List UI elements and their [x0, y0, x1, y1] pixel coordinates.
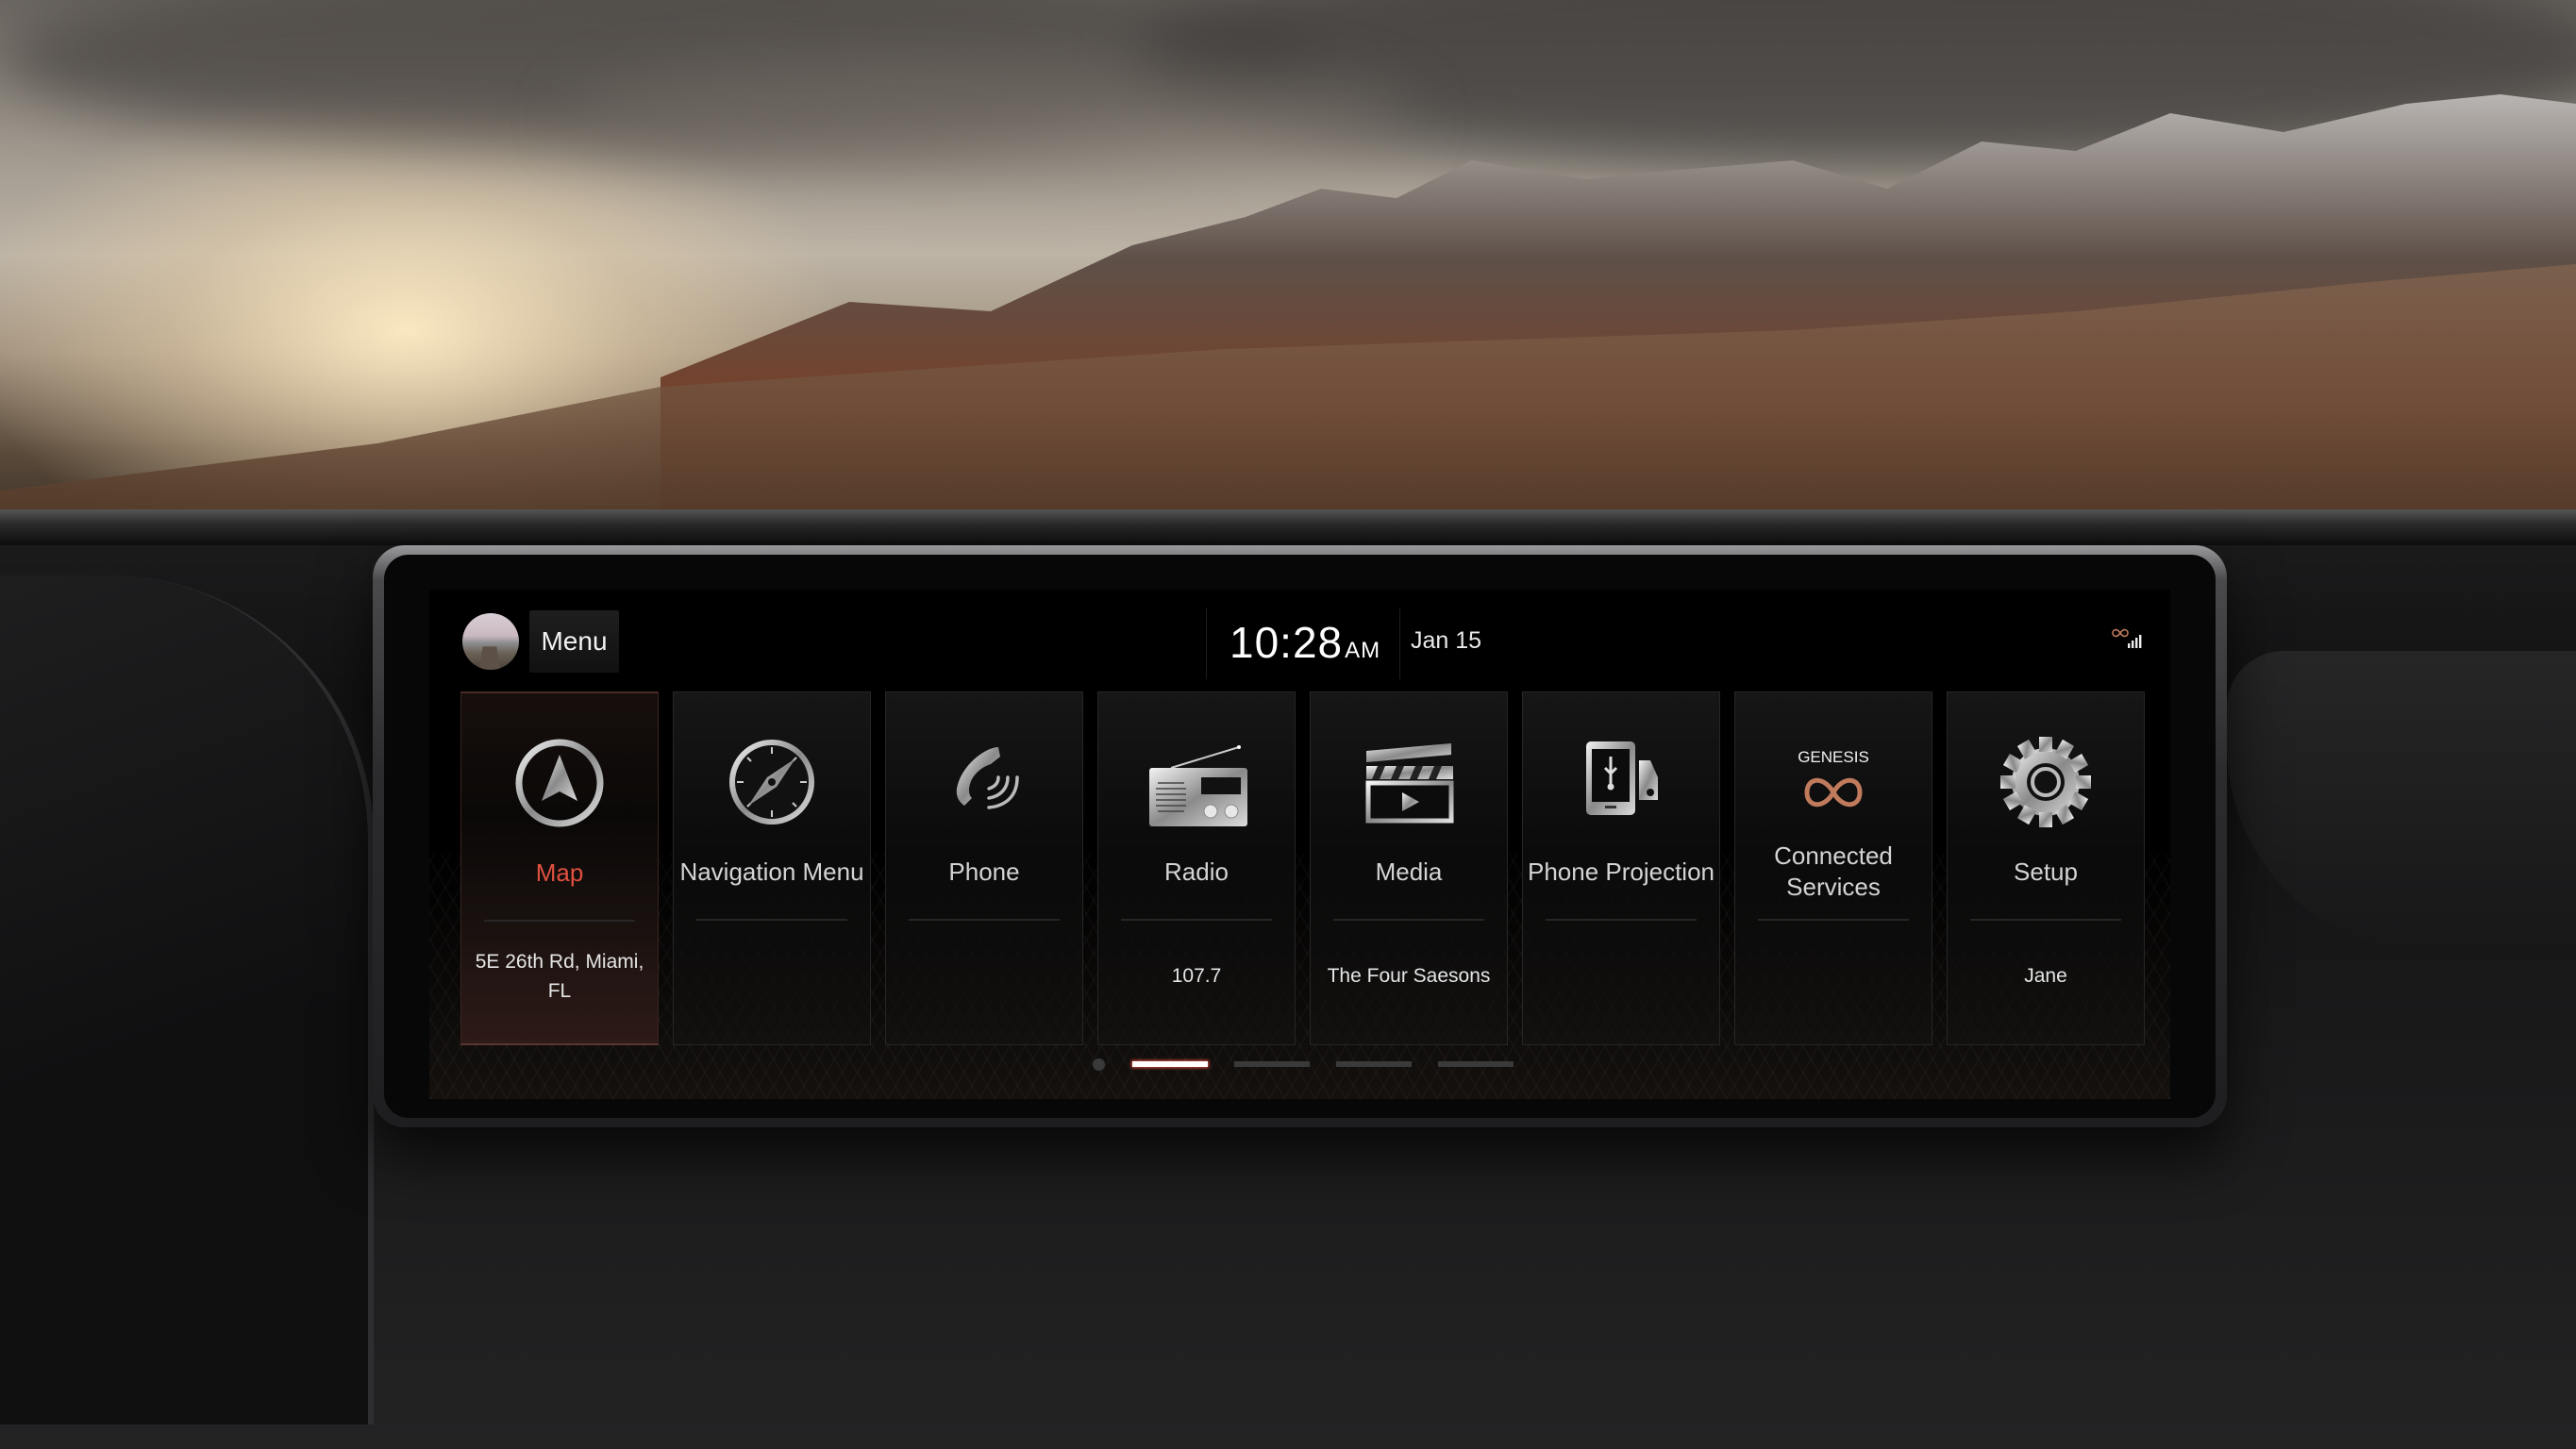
pager-page-3[interactable]: [1336, 1061, 1412, 1067]
tile-map[interactable]: Map 5E 26th Rd, Miami, FL: [460, 691, 659, 1045]
tile-radio[interactable]: Radio 107.7: [1097, 691, 1296, 1045]
tile-divider: [484, 920, 635, 922]
pager-page-2[interactable]: [1234, 1061, 1310, 1067]
tile-connected-services[interactable]: GENESIS Connected Services: [1734, 691, 1932, 1045]
phone-projection-icon: [1586, 741, 1658, 815]
clock-ampm: AM: [1345, 638, 1381, 663]
tile-subtitle: [1741, 938, 1926, 1013]
divider: [1206, 608, 1207, 679]
tile-divider: [909, 919, 1060, 921]
tile-divider: [1758, 919, 1909, 921]
radio-icon: [1149, 745, 1247, 826]
tile-divider: [1970, 919, 2121, 921]
tile-subtitle: 5E 26th Rd, Miami, FL: [475, 951, 644, 1002]
tile-phone[interactable]: Phone: [885, 691, 1083, 1045]
left-trim: [0, 575, 374, 1424]
clock-time: 10:28: [1229, 618, 1344, 667]
tile-divider: [1546, 919, 1697, 921]
tile-subtitle: The Four Saesons: [1327, 964, 1491, 987]
compass-icon: [729, 740, 814, 824]
menu-button[interactable]: Menu: [529, 610, 619, 673]
phone-icon: [956, 747, 1019, 809]
dashboard-rim: [0, 509, 2576, 545]
tile-navigation-menu[interactable]: Navigation Menu: [673, 691, 871, 1045]
tile-label: Connected Services: [1774, 841, 1893, 901]
tile-subtitle: Jane: [2024, 964, 2067, 987]
navigation-arrow-icon: [515, 739, 604, 827]
tile-label: Phone: [948, 857, 1020, 886]
profile-avatar[interactable]: [462, 613, 519, 670]
genesis-connected-icon: [2112, 628, 2129, 638]
tile-divider: [1121, 919, 1272, 921]
tile-label: Radio: [1164, 857, 1229, 886]
tile-label: Media: [1375, 857, 1443, 886]
tile-media[interactable]: Media The Four Saesons: [1310, 691, 1508, 1045]
clock: 10:28AM: [1229, 616, 1380, 677]
clapperboard-icon: [1365, 743, 1454, 824]
tile-divider: [1333, 919, 1484, 921]
tile-label: Setup: [2014, 857, 2078, 886]
mountain-range: [0, 94, 2576, 566]
date: Jan 15: [1411, 627, 1482, 654]
brand-text: GENESIS: [1798, 748, 1869, 766]
tile-divider: [696, 919, 847, 921]
tile-subtitle: [892, 938, 1077, 1013]
tile-phone-projection[interactable]: Phone Projection: [1522, 691, 1720, 1045]
tile-label: Navigation Menu: [679, 857, 864, 886]
tile-label: Phone Projection: [1527, 857, 1715, 886]
divider: [1399, 608, 1400, 679]
pager-page-4[interactable]: [1438, 1061, 1514, 1067]
pager-page-1[interactable]: [1132, 1061, 1208, 1067]
tile-subtitle: 107.7: [1171, 964, 1222, 987]
tile-setup[interactable]: Setup Jane: [1947, 691, 2145, 1045]
gear-icon: [2000, 737, 2091, 827]
tile-subtitle: [679, 938, 864, 1013]
infotainment-screen: Menu 10:28AM Jan 15 Map 5E 26th Rd, Miam…: [429, 590, 2170, 1099]
signal-strength-icon: [2128, 635, 2142, 648]
status-area: [2112, 628, 2142, 648]
genesis-connected-icon: GENESIS: [1798, 748, 1869, 808]
tile-label: Map: [535, 858, 584, 887]
tile-subtitle: [1529, 938, 1714, 1013]
pager-home-dot[interactable]: [1093, 1058, 1105, 1071]
